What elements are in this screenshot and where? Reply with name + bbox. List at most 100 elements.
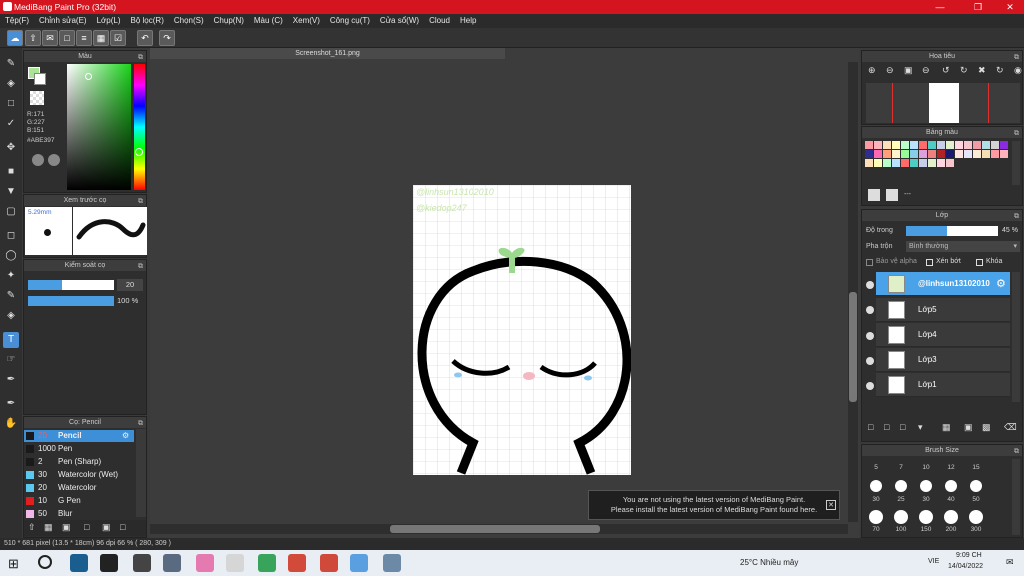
rotate-right-icon[interactable]: ↻ — [960, 65, 968, 76]
palette-swatch[interactable] — [910, 141, 918, 149]
list-icon[interactable]: ≡ — [76, 30, 92, 46]
palette-swatch[interactable] — [874, 159, 882, 167]
palette-swatch[interactable] — [973, 150, 981, 158]
brush-size-dot[interactable] — [920, 480, 932, 492]
brush-size-dot[interactable] — [919, 510, 933, 524]
drawing-canvas[interactable]: @linhsun13102010 @kiedop247 — [413, 185, 631, 475]
zalo-icon[interactable] — [350, 554, 368, 572]
folder-icon[interactable]: ▦ — [942, 422, 951, 433]
layer-row[interactable]: Lớp5 — [876, 298, 1010, 322]
cloud-icon[interactable]: ☁ — [7, 30, 23, 46]
brush-opacity-slider[interactable] — [28, 296, 114, 306]
brush-size-dot[interactable] — [870, 480, 882, 492]
gradient-tool-icon[interactable]: ▢ — [3, 204, 19, 220]
palette-swatch[interactable] — [919, 141, 927, 149]
minimize-button[interactable]: — — [926, 0, 954, 14]
palette-swatch[interactable] — [991, 141, 999, 149]
fit-icon[interactable]: ▣ — [904, 65, 913, 76]
chrome-icon[interactable] — [226, 554, 244, 572]
transparent-swatch[interactable] — [30, 91, 44, 105]
gear-icon[interactable]: ⚙ — [996, 277, 1006, 290]
new-layer3-icon[interactable]: □ — [900, 422, 905, 432]
popout-icon[interactable]: ⧉ — [138, 418, 143, 429]
palette-swatch[interactable] — [910, 150, 918, 158]
protect-alpha-checkbox[interactable] — [866, 259, 873, 266]
app-icon-2[interactable] — [100, 554, 118, 572]
lock-checkbox[interactable] — [976, 259, 983, 266]
brush-size-dot[interactable] — [869, 510, 883, 524]
delete-icon[interactable]: □ — [120, 522, 125, 532]
blend-mode-select[interactable]: Bình thường ▾ — [906, 241, 1020, 252]
palette-swatch[interactable] — [991, 150, 999, 158]
palette-swatch[interactable] — [928, 141, 936, 149]
clipping-checkbox[interactable] — [926, 259, 933, 266]
palette-swatch[interactable] — [883, 141, 891, 149]
menu-tools[interactable]: Công cụ(T) — [325, 14, 375, 28]
copy-icon[interactable]: □ — [84, 522, 89, 532]
palette-swatch[interactable] — [910, 159, 918, 167]
app-icon-5[interactable] — [196, 554, 214, 572]
popout-icon[interactable]: ⧉ — [1014, 52, 1019, 63]
menu-edit[interactable]: Chỉnh sửa(E) — [34, 14, 92, 28]
palette-swatch[interactable] — [919, 150, 927, 158]
select-rect-icon[interactable]: ◻ — [3, 228, 19, 244]
palette-scrollbar[interactable] — [1012, 141, 1020, 185]
popout-icon[interactable]: ⧉ — [1014, 446, 1019, 457]
brush-item-watercolor-wet[interactable]: 30 Watercolor (Wet) — [24, 469, 134, 481]
brush-size-label[interactable]: 7 — [891, 464, 911, 471]
palette-swatch[interactable] — [883, 159, 891, 167]
eye-icon[interactable] — [866, 357, 874, 365]
palette-swatch[interactable] — [874, 141, 882, 149]
gear-icon[interactable]: ⚙ — [122, 430, 129, 442]
brush-tool-icon[interactable]: ✎ — [3, 56, 19, 72]
redo-icon[interactable]: ↷ — [159, 30, 175, 46]
brush-size-dot[interactable] — [970, 480, 982, 492]
settings-icon[interactable]: ◉ — [1014, 65, 1022, 76]
palette-swatch[interactable] — [901, 159, 909, 167]
eye-icon[interactable] — [866, 281, 874, 289]
palette-swatch[interactable] — [892, 150, 900, 158]
navigator-preview[interactable] — [866, 83, 1020, 123]
menu-color[interactable]: Màu (C) — [249, 14, 288, 28]
select-pen-icon[interactable]: ✎ — [3, 288, 19, 304]
palette-icon[interactable] — [32, 154, 44, 166]
palette-swatch[interactable] — [928, 150, 936, 158]
notification-line-2[interactable]: Please install the latest version of Med… — [589, 505, 839, 515]
menu-cloud[interactable]: Cloud — [424, 14, 455, 28]
app-icon-9[interactable] — [320, 554, 338, 572]
brush-size-slider[interactable] — [28, 280, 114, 290]
palette-swatch[interactable] — [955, 150, 963, 158]
palette-swatch[interactable] — [946, 150, 954, 158]
clock-date[interactable]: 14/04/2022 — [948, 563, 983, 570]
palette-swatch[interactable] — [937, 141, 945, 149]
menu-help[interactable]: Help — [455, 14, 481, 28]
flip-icon[interactable]: ✖ — [978, 65, 986, 76]
palette-swatch[interactable] — [901, 141, 909, 149]
comment-icon[interactable]: ✉ — [42, 30, 58, 46]
zoom-out-icon[interactable]: ⊖ — [886, 65, 894, 76]
new-palette-icon[interactable] — [868, 189, 880, 201]
color-picker-cursor[interactable] — [85, 73, 92, 80]
popout-icon[interactable]: ⧉ — [1014, 128, 1019, 139]
palette-swatch[interactable] — [937, 159, 945, 167]
brush-size-label[interactable]: 12 — [941, 464, 961, 471]
layer-menu-icon[interactable]: ▾ — [918, 422, 923, 433]
rect-tool-icon[interactable]: □ — [3, 96, 19, 112]
bg-color-swatch[interactable] — [34, 73, 46, 85]
popout-icon[interactable]: ⧉ — [138, 52, 143, 63]
palette-swatch[interactable] — [865, 141, 873, 149]
palette-swatch[interactable] — [928, 159, 936, 167]
menu-filter[interactable]: Bộ lọc(R) — [126, 14, 169, 28]
eyedropper2-icon[interactable]: ✒ — [3, 396, 19, 412]
brush-list-scrollbar[interactable] — [136, 429, 146, 517]
maximize-button[interactable]: ❐ — [964, 0, 992, 14]
page-icon[interactable]: □ — [59, 30, 75, 46]
menu-view[interactable]: Xem(V) — [288, 14, 325, 28]
zoom-in-icon[interactable]: ⊕ — [868, 65, 876, 76]
palette-swatch[interactable] — [982, 141, 990, 149]
eraser-tool-icon[interactable]: ◈ — [3, 76, 19, 92]
duplicate-layer-icon[interactable]: ▣ — [964, 422, 973, 433]
upload-icon[interactable]: ⇧ — [25, 30, 41, 46]
upload-brush-icon[interactable]: ⇧ — [28, 522, 36, 533]
brush-size-dot[interactable] — [945, 480, 957, 492]
